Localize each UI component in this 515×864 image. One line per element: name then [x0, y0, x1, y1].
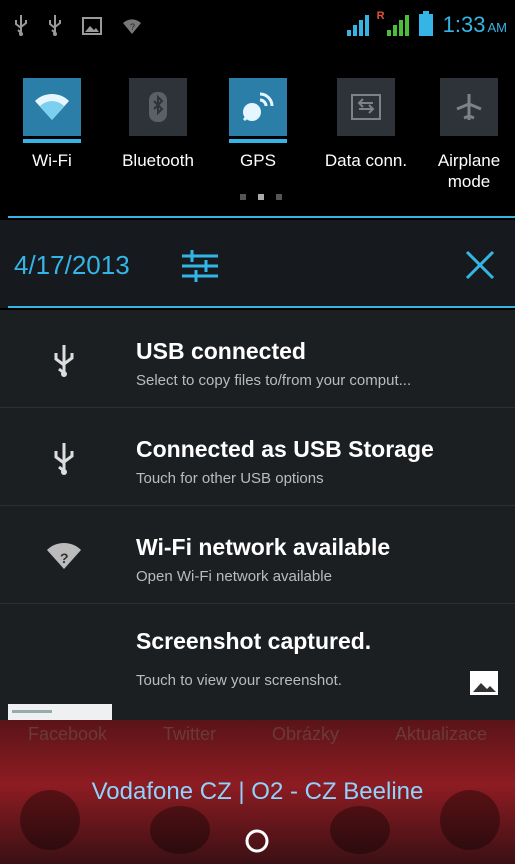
usb-icon	[48, 14, 62, 42]
divider	[8, 306, 515, 308]
wifi-question-icon: ?	[44, 536, 84, 576]
image-icon	[469, 670, 499, 701]
app-label: Twitter	[162, 724, 216, 744]
qs-label: Airplane mode	[437, 151, 501, 191]
notification-subtitle: Touch to view your screenshot.	[136, 672, 342, 689]
usb-icon	[44, 340, 84, 380]
wifi-icon	[23, 78, 81, 143]
app-label: Obrázky	[271, 724, 339, 744]
app-label: Facebook	[27, 724, 108, 744]
carrier-label: Vodafone CZ | O2 - CZ Beeline	[91, 778, 424, 805]
notification-subtitle: Select to copy files to/from your comput…	[136, 372, 412, 389]
notification-header: 4/17/2013	[0, 220, 515, 308]
notification-subtitle: Open Wi-Fi network available	[136, 568, 332, 585]
notification-subtitle: Touch for other USB options	[136, 470, 324, 487]
status-bar: ? R 1:33 AM	[0, 0, 515, 62]
airplane-icon	[440, 78, 498, 136]
notification-screenshot[interactable]: Screenshot captured. Touch to view your …	[0, 604, 515, 701]
sliders-icon	[182, 250, 218, 282]
bluetooth-icon	[129, 78, 187, 136]
notification-title: USB connected	[136, 338, 306, 364]
signal-icon	[346, 14, 369, 36]
qs-wifi[interactable]: Wi-Fi	[2, 78, 102, 171]
page-indicator	[240, 194, 282, 200]
qs-gps[interactable]: GPS	[208, 78, 308, 171]
usb-icon	[14, 14, 28, 42]
image-icon	[82, 15, 102, 41]
date-label: 4/17/2013	[14, 250, 130, 280]
qs-airplane[interactable]: Airplane mode	[424, 78, 514, 192]
status-left-icons: ?	[14, 14, 142, 42]
qs-data-connection[interactable]: Data conn.	[316, 78, 416, 171]
signal-roaming-icon: R	[377, 10, 409, 36]
app-labels-row: Facebook Twitter Obrázky Aktualizace	[0, 724, 515, 745]
notification-title: Wi-Fi network available	[136, 534, 391, 560]
qs-label: GPS	[240, 151, 276, 170]
svg-text:?: ?	[130, 22, 135, 32]
notification-title: Screenshot captured.	[136, 628, 372, 654]
clock: 1:33 AM	[442, 12, 507, 37]
clear-all-button[interactable]	[461, 246, 499, 284]
usb-icon	[44, 438, 84, 478]
settings-button[interactable]	[178, 246, 222, 286]
qs-label: Bluetooth	[122, 151, 194, 170]
app-label: Aktualizace	[394, 724, 487, 744]
home-screen-background: Facebook Twitter Obrázky Aktualizace Vod…	[0, 720, 515, 864]
notification-list: USB connected Select to copy files to/fr…	[0, 310, 515, 720]
gps-icon	[229, 78, 287, 143]
wifi-question-icon: ?	[122, 15, 142, 41]
battery-icon	[418, 11, 433, 36]
quick-settings-panel: Wi-Fi Bluetooth GPS Data conn. Airplane …	[0, 62, 515, 218]
notification-usb-storage[interactable]: Connected as USB Storage Touch for other…	[0, 408, 515, 505]
status-right-icons: R 1:33 AM	[346, 10, 507, 38]
qs-bluetooth[interactable]: Bluetooth	[108, 78, 208, 171]
notification-title: Connected as USB Storage	[136, 436, 434, 462]
qs-label: Data conn.	[324, 151, 408, 170]
close-icon	[465, 250, 495, 280]
notification-usb-connected[interactable]: USB connected Select to copy files to/fr…	[0, 310, 515, 407]
svg-text:?: ?	[60, 550, 69, 566]
notification-wifi-available[interactable]: ? Wi-Fi network available Open Wi-Fi net…	[0, 506, 515, 603]
qs-label: Wi-Fi	[32, 151, 72, 170]
data-connection-icon	[337, 78, 395, 136]
home-button[interactable]	[242, 826, 272, 856]
divider	[8, 216, 515, 218]
circle-icon	[245, 829, 269, 853]
